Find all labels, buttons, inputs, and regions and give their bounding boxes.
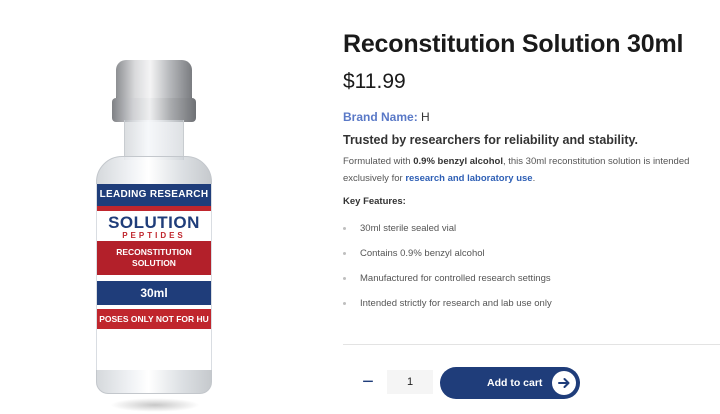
bullet-icon: [343, 277, 346, 280]
key-feature-label: Contains 0.9% benzyl alcohol: [360, 248, 485, 259]
decrease-quantity-button[interactable]: −: [359, 370, 377, 394]
key-feature-item: Contains 0.9% benzyl alcohol: [343, 241, 552, 266]
description-text: Formulated with: [343, 156, 414, 167]
vial-cap-ring: [112, 98, 196, 122]
vial-label: LEADING RESEARCH SOLUTION PEPTIDES RECON…: [96, 184, 212, 370]
brand-label: Brand Name:: [343, 110, 418, 124]
description-bold: 0.9% benzyl alcohol: [413, 156, 503, 167]
vial-product-line2: SOLUTION: [132, 258, 176, 268]
key-feature-label: Intended strictly for research and lab u…: [360, 298, 552, 309]
product-image[interactable]: LEADING RESEARCH SOLUTION PEPTIDES RECON…: [92, 60, 216, 412]
vial-label-top-band: LEADING RESEARCH: [97, 184, 211, 206]
key-feature-label: Manufactured for controlled research set…: [360, 273, 551, 284]
key-feature-item: 30ml sterile sealed vial: [343, 216, 552, 241]
key-feature-item: Intended strictly for research and lab u…: [343, 291, 552, 316]
vial-neck: [124, 120, 184, 160]
key-feature-item: Manufactured for controlled research set…: [343, 266, 552, 291]
bullet-icon: [343, 302, 346, 305]
arrow-right-icon: [552, 371, 576, 395]
product-page: LEADING RESEARCH SOLUTION PEPTIDES RECON…: [0, 0, 720, 414]
product-price: $11.99: [343, 70, 406, 93]
add-to-cart-button[interactable]: Add to cart: [440, 367, 580, 399]
quantity-input[interactable]: [387, 370, 433, 394]
description-text: .: [532, 173, 536, 184]
vial-volume: 30ml: [97, 281, 211, 305]
vial-product-name: RECONSTITUTION SOLUTION: [97, 241, 211, 275]
vial-brand-logo: SOLUTION PEPTIDES: [97, 211, 211, 241]
product-image-area: LEADING RESEARCH SOLUTION PEPTIDES RECON…: [0, 0, 310, 414]
divider: [343, 344, 720, 345]
brand-line: Brand Name: H: [343, 110, 430, 124]
vial-brand-sub: PEPTIDES: [122, 231, 186, 240]
bullet-icon: [343, 227, 346, 230]
bullet-icon: [343, 252, 346, 255]
vial-label-bottom-band: POSES ONLY NOT FOR HU: [97, 309, 211, 329]
product-tagline: Trusted by researchers for reliability a…: [343, 133, 639, 147]
research-use-link[interactable]: research and laboratory use: [405, 173, 532, 184]
vial-brand-main: SOLUTION: [108, 213, 200, 232]
vial-product-line1: RECONSTITUTION: [116, 247, 192, 257]
key-features-title: Key Features:: [343, 196, 406, 207]
product-title: Reconstitution Solution 30ml: [343, 30, 684, 58]
brand-value: H: [421, 110, 430, 124]
key-features-list: 30ml sterile sealed vial Contains 0.9% b…: [343, 216, 552, 316]
add-to-cart-label: Add to cart: [487, 377, 543, 389]
vial-shadow: [110, 398, 200, 412]
key-feature-label: 30ml sterile sealed vial: [360, 223, 457, 234]
product-description: Formulated with 0.9% benzyl alcohol, thi…: [343, 153, 713, 187]
